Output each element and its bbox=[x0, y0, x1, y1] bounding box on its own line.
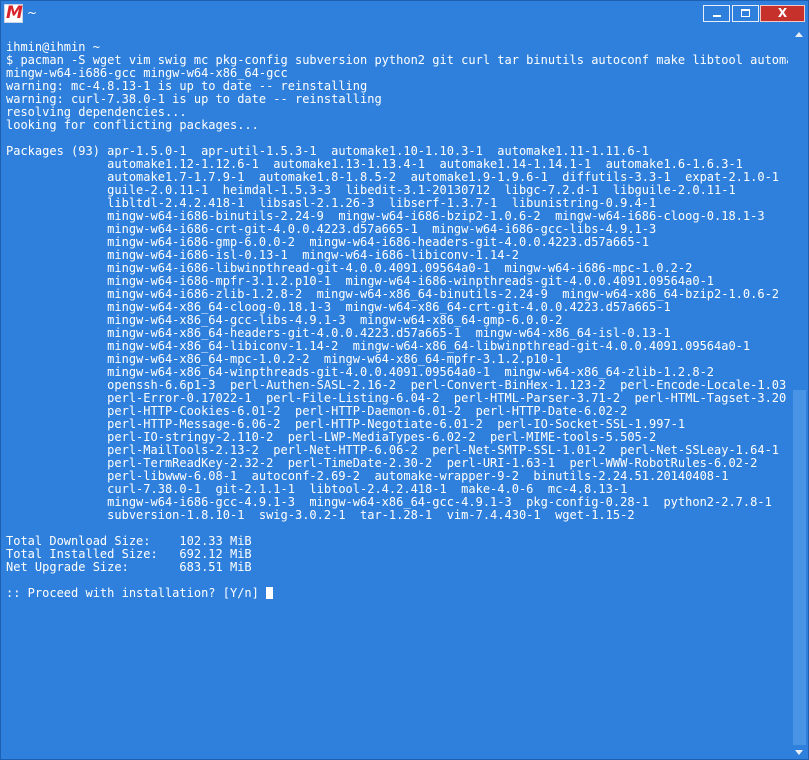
text-cursor[interactable] bbox=[266, 587, 274, 599]
terminal-line: looking for conflicting packages... bbox=[6, 118, 259, 132]
title-bar[interactable]: M ~ X bbox=[1, 1, 808, 28]
minimize-icon bbox=[713, 15, 721, 17]
minimize-button[interactable] bbox=[703, 5, 730, 22]
mintty-app-icon[interactable]: M bbox=[4, 3, 23, 23]
terminal-line: subversion-1.8.10-1 swig-3.0.2-1 tar-1.2… bbox=[6, 508, 635, 522]
maximize-icon bbox=[741, 9, 750, 17]
maximize-button[interactable] bbox=[732, 5, 759, 22]
terminal-output[interactable]: ihmin@ihmin ~ $ pacman -S wget vim swig m… bbox=[6, 41, 788, 755]
vertical-scrollbar[interactable] bbox=[791, 28, 808, 759]
close-icon: X bbox=[777, 6, 788, 20]
app-icon-letter: M bbox=[6, 3, 23, 23]
close-button[interactable]: X bbox=[760, 5, 805, 22]
terminal-line: Net Upgrade Size: 683.51 MiB bbox=[6, 560, 252, 574]
scroll-down-icon[interactable] bbox=[795, 750, 803, 755]
prompt-text: :: Proceed with installation? [Y/n] bbox=[6, 586, 267, 600]
scrollbar-thumb[interactable] bbox=[793, 390, 806, 745]
scroll-up-icon[interactable] bbox=[795, 32, 803, 37]
window-title: ~ bbox=[27, 6, 38, 20]
terminal-window: M ~ X ihmin@ihmin ~ $ pacman -S wget vim … bbox=[0, 0, 809, 760]
install-confirm-prompt: :: Proceed with installation? [Y/n] bbox=[6, 587, 788, 600]
